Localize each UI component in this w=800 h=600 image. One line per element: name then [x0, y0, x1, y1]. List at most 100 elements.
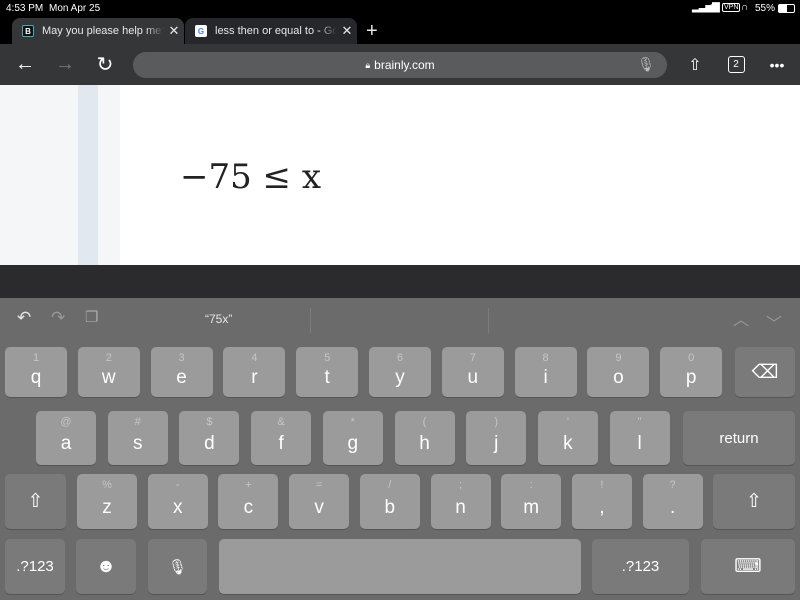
key-label: f — [278, 433, 284, 454]
brainly-favicon-icon: B — [22, 25, 34, 37]
key-alt-label: ? — [669, 479, 676, 491]
key-h[interactable]: (h — [394, 411, 455, 465]
chevron-up-icon[interactable]: ︿ — [733, 306, 749, 330]
key-label: k — [563, 433, 573, 454]
suggestion-1[interactable]: “75x” — [205, 312, 232, 326]
chevron-down-icon[interactable]: ﹀ — [766, 310, 782, 334]
key-label: h — [419, 433, 430, 454]
forward-icon[interactable]: → — [50, 44, 80, 85]
space-bar[interactable] — [219, 539, 581, 594]
key-t[interactable]: 5t — [296, 347, 359, 397]
redo-icon[interactable]: ↷ — [51, 308, 65, 328]
close-tab-icon[interactable]: ✕ — [337, 23, 357, 39]
key-alt-label: 5 — [324, 352, 331, 364]
key-b[interactable]: / b — [359, 474, 420, 529]
dictation-microphone-icon[interactable]: 🎙︎ — [148, 539, 207, 594]
key-w[interactable]: 2w — [77, 347, 140, 397]
key-comma[interactable]: !, — [571, 474, 632, 529]
tab-title: less then or equal to - Google — [215, 25, 337, 37]
key-alt-label: 3 — [178, 352, 185, 364]
status-bar: 4:53 PM Mon Apr 25 ▂▃▅▇ ◠ VPN ∩ 55% — [0, 0, 800, 18]
key-d[interactable]: $ d — [179, 411, 240, 465]
key-c[interactable]: + c — [218, 474, 279, 529]
key-alt-label: + — [245, 479, 252, 491]
key-alt-label: ; — [458, 479, 463, 491]
key-label: x — [172, 496, 183, 518]
close-tab-icon[interactable]: ✕ — [164, 23, 184, 39]
key-label: ⇧ — [27, 491, 44, 512]
reload-icon[interactable]: ↻ — [90, 44, 120, 85]
key-o[interactable]: 9o — [587, 347, 650, 397]
key-s[interactable]: # s — [107, 411, 168, 465]
key-alt-label: 4 — [251, 352, 258, 364]
key-label: b — [384, 496, 396, 518]
key-label: y — [395, 367, 405, 388]
key-j[interactable]: ) j — [466, 411, 527, 465]
new-tab-icon[interactable]: + — [360, 18, 386, 44]
undo-icon[interactable]: ↶ — [17, 308, 31, 328]
battery-percent: 55% — [755, 3, 776, 14]
status-date: Mon Apr 25 — [49, 3, 101, 14]
browser-toolbar: ← → ↻ 🔒︎ brainly.com 🎙︎ ⇧ 2 ••• — [0, 44, 800, 85]
return-key[interactable]: return — [683, 411, 795, 465]
key-k[interactable]: ' k — [537, 411, 598, 465]
key-label: .?123 — [621, 558, 660, 575]
key-label: g — [347, 433, 359, 454]
key-l[interactable]: " l — [609, 411, 670, 465]
tab-brainly[interactable]: B May you please help me? ✕ — [12, 18, 184, 44]
key-label: i — [543, 367, 548, 388]
divider — [310, 308, 311, 333]
key-alt-label: " — [637, 416, 642, 428]
key-label: m — [523, 496, 540, 518]
key-alt-label: @ — [60, 416, 72, 428]
key-label: ☻ — [96, 555, 116, 577]
key-alt-label: # — [134, 416, 141, 428]
key-n[interactable]: ; n — [430, 474, 491, 529]
key-label: . — [669, 496, 676, 518]
tab-count: 2 — [727, 56, 745, 73]
paste-icon[interactable]: ❐ — [85, 308, 98, 326]
share-icon[interactable]: ⇧ — [682, 44, 708, 85]
shift-icon[interactable]: ⇧ — [5, 474, 66, 529]
key-p[interactable]: 0p — [660, 347, 723, 397]
address-bar[interactable]: 🔒︎ brainly.com 🎙︎ — [133, 52, 667, 78]
key-r[interactable]: 4r — [223, 347, 286, 397]
dismiss-keyboard-icon[interactable]: ⌨ — [701, 539, 795, 594]
key-alt-label: 7 — [469, 352, 476, 364]
key-g[interactable]: * g — [322, 411, 383, 465]
key-q[interactable]: 1q — [5, 347, 67, 397]
key-v[interactable]: = v — [289, 474, 350, 529]
key-a[interactable]: @ a — [36, 411, 96, 465]
tab-switcher-button[interactable]: 2 — [724, 44, 748, 85]
key-x[interactable]: -x — [147, 474, 208, 529]
key-alt-label: $ — [206, 416, 213, 428]
key-period[interactable]: ?. — [642, 474, 703, 529]
shift-icon[interactable]: ⇧ — [713, 474, 795, 529]
key-u[interactable]: 7u — [441, 347, 504, 397]
delete-icon[interactable]: ⌫ — [735, 347, 795, 397]
tab-google[interactable]: G less then or equal to - Google ✕ — [185, 18, 357, 44]
back-icon[interactable]: ← — [10, 44, 40, 85]
key-y[interactable]: 6y — [369, 347, 431, 397]
more-menu-icon[interactable]: ••• — [762, 44, 792, 85]
key-label: return — [719, 429, 759, 447]
key-z[interactable]: % z — [77, 474, 137, 529]
numbers-key[interactable]: .?123 — [5, 539, 65, 594]
key-label: ⌨ — [734, 556, 762, 577]
key-m[interactable]: :m — [501, 474, 562, 529]
math-expression: −75 ≤ x — [180, 157, 322, 197]
key-i[interactable]: 8i — [514, 347, 577, 397]
page-gap — [0, 265, 800, 298]
numbers-key[interactable]: .?123 — [592, 539, 689, 594]
google-favicon-icon: G — [195, 25, 207, 37]
emoji-icon[interactable]: ☻ — [76, 539, 136, 594]
key-label: q — [30, 367, 42, 388]
key-e[interactable]: 3e — [150, 347, 213, 397]
onscreen-keyboard: ↶ ↷ ❐ “75x” ︿ ﹀ 1 q 2 w 3 e 4 r 5 t 6 y 7 u 8 i 9 o 0 p ⌫ @ a #… — [0, 298, 800, 600]
headphones-icon: ∩ — [741, 2, 749, 13]
microphone-icon[interactable]: 🎙︎ — [637, 56, 655, 73]
key-alt-label: / — [388, 479, 392, 491]
key-label: o — [613, 367, 624, 388]
page-content: −75 ≤ x — [0, 85, 800, 265]
key-f[interactable]: & f — [251, 411, 312, 465]
